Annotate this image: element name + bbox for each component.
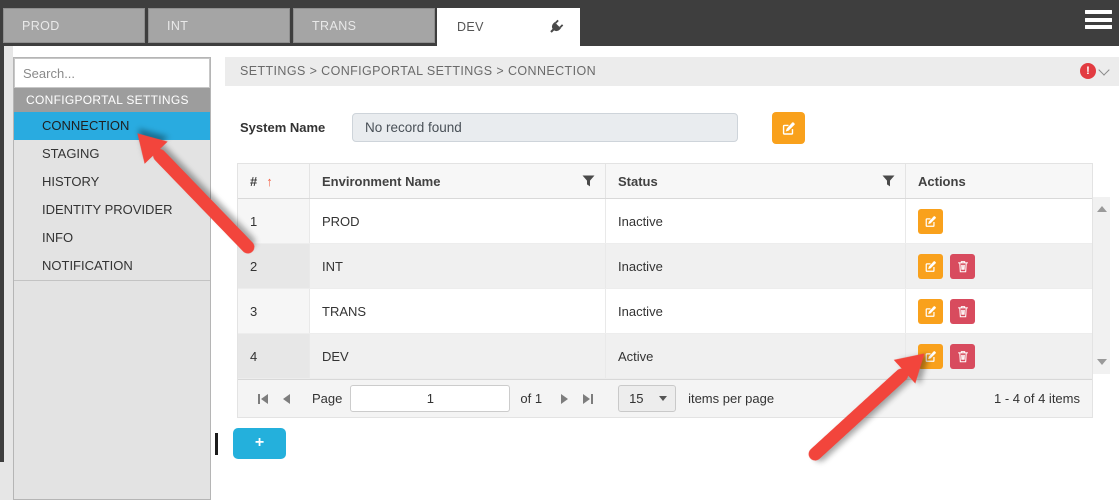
table-row: 2 INT Inactive	[238, 244, 1092, 289]
edit-icon	[781, 121, 796, 136]
edit-icon	[924, 305, 937, 318]
env-tab-prod[interactable]: PROD	[3, 8, 145, 43]
table-header-row: # ↑ Environment Name Status Actions	[238, 164, 1092, 199]
table-body: 1 PROD Inactive	[238, 199, 1092, 379]
row-number-cell: 4	[238, 334, 310, 378]
status-cell: Inactive	[606, 244, 906, 288]
actions-cell	[906, 334, 1092, 378]
column-label: Actions	[918, 174, 966, 189]
column-label: #	[250, 174, 257, 189]
items-per-page-label: items per page	[688, 391, 774, 406]
env-tab-trans[interactable]: TRANS	[293, 8, 435, 43]
filter-icon[interactable]	[882, 175, 895, 187]
row-number-cell: 1	[238, 199, 310, 243]
column-header-actions: Actions	[906, 164, 1092, 198]
actions-cell	[906, 289, 1092, 333]
edit-icon	[924, 350, 937, 363]
page-label: Page	[312, 391, 342, 406]
environment-name-cell: PROD	[310, 199, 606, 243]
left-accent-strip	[0, 46, 4, 462]
top-bar: PROD INT TRANS DEV	[0, 0, 1119, 46]
sidebar-divider	[14, 280, 210, 281]
row-number-cell: 3	[238, 289, 310, 333]
tab-label: TRANS	[312, 19, 356, 33]
actions-cell	[906, 199, 1092, 243]
breadcrumb: SETTINGS > CONFIGPORTAL SETTINGS > CONNE…	[225, 57, 1119, 86]
scroll-up-icon[interactable]	[1097, 206, 1107, 212]
environment-name-cell: DEV	[310, 334, 606, 378]
text-cursor-mark	[215, 433, 218, 455]
env-tab-dev[interactable]: DEV	[437, 8, 580, 46]
actions-cell	[906, 244, 1092, 288]
trash-icon	[957, 260, 969, 273]
status-cell: Inactive	[606, 199, 906, 243]
delete-button[interactable]	[950, 299, 975, 324]
page-count-label: of 1	[520, 391, 542, 406]
error-notification-icon[interactable]: !	[1080, 63, 1096, 79]
pagination-bar: Page of 1 15 items per page 1 - 4 of 4 i…	[238, 379, 1092, 417]
system-name-label: System Name	[240, 120, 325, 135]
system-name-field[interactable]	[352, 113, 738, 142]
sort-ascending-icon: ↑	[266, 174, 273, 189]
edit-icon	[924, 215, 937, 228]
tab-label: DEV	[457, 20, 484, 34]
edit-button[interactable]	[918, 254, 943, 279]
column-header-environment-name[interactable]: Environment Name	[310, 164, 606, 198]
environment-name-cell: TRANS	[310, 289, 606, 333]
next-page-button[interactable]	[552, 388, 576, 410]
sidebar-item-info[interactable]: INFO	[14, 224, 210, 252]
column-label: Environment Name	[322, 174, 440, 189]
connections-table: # ↑ Environment Name Status Actions 1 PR…	[237, 163, 1093, 418]
search-input[interactable]	[14, 58, 210, 88]
env-tab-int[interactable]: INT	[148, 8, 290, 43]
hamburger-menu-icon[interactable]	[1085, 10, 1112, 32]
row-number-cell: 2	[238, 244, 310, 288]
page-number-input[interactable]	[350, 385, 510, 412]
sidebar-item-staging[interactable]: STAGING	[14, 140, 210, 168]
first-page-button[interactable]	[250, 388, 274, 410]
previous-page-button[interactable]	[274, 388, 298, 410]
table-row: 1 PROD Inactive	[238, 199, 1092, 244]
status-cell: Active	[606, 334, 906, 378]
filter-icon[interactable]	[582, 175, 595, 187]
column-header-number[interactable]: # ↑	[238, 164, 310, 198]
last-page-button[interactable]	[576, 388, 600, 410]
plug-icon	[547, 19, 564, 36]
edit-button[interactable]	[918, 344, 943, 369]
sidebar-item-notification[interactable]: NOTIFICATION	[14, 252, 210, 280]
environment-name-cell: INT	[310, 244, 606, 288]
page-size-value: 15	[629, 391, 643, 406]
edit-button[interactable]	[918, 299, 943, 324]
page-size-dropdown[interactable]: 15	[618, 385, 676, 412]
system-name-edit-button[interactable]	[772, 112, 805, 144]
delete-button[interactable]	[950, 254, 975, 279]
sidebar-section-header: CONFIGPORTAL SETTINGS	[14, 88, 210, 112]
table-row: 3 TRANS Inactive	[238, 289, 1092, 334]
delete-button[interactable]	[950, 344, 975, 369]
trash-icon	[957, 350, 969, 363]
column-label: Status	[618, 174, 658, 189]
column-header-status[interactable]: Status	[606, 164, 906, 198]
sidebar: CONFIGPORTAL SETTINGS CONNECTION STAGING…	[13, 57, 211, 500]
items-range-label: 1 - 4 of 4 items	[994, 391, 1080, 406]
tab-label: PROD	[22, 19, 60, 33]
sidebar-item-identity-provider[interactable]: IDENTITY PROVIDER	[14, 196, 210, 224]
trash-icon	[957, 305, 969, 318]
sidebar-item-history[interactable]: HISTORY	[14, 168, 210, 196]
table-row: 4 DEV Active	[238, 334, 1092, 379]
status-cell: Inactive	[606, 289, 906, 333]
edit-icon	[924, 260, 937, 273]
chevron-down-icon	[659, 396, 667, 401]
edit-button[interactable]	[918, 209, 943, 234]
table-scrollbar[interactable]	[1093, 197, 1110, 374]
sidebar-item-connection[interactable]: CONNECTION	[14, 112, 210, 140]
scroll-down-icon[interactable]	[1097, 359, 1107, 365]
add-connection-button[interactable]: +	[233, 428, 286, 459]
tab-label: INT	[167, 19, 188, 33]
